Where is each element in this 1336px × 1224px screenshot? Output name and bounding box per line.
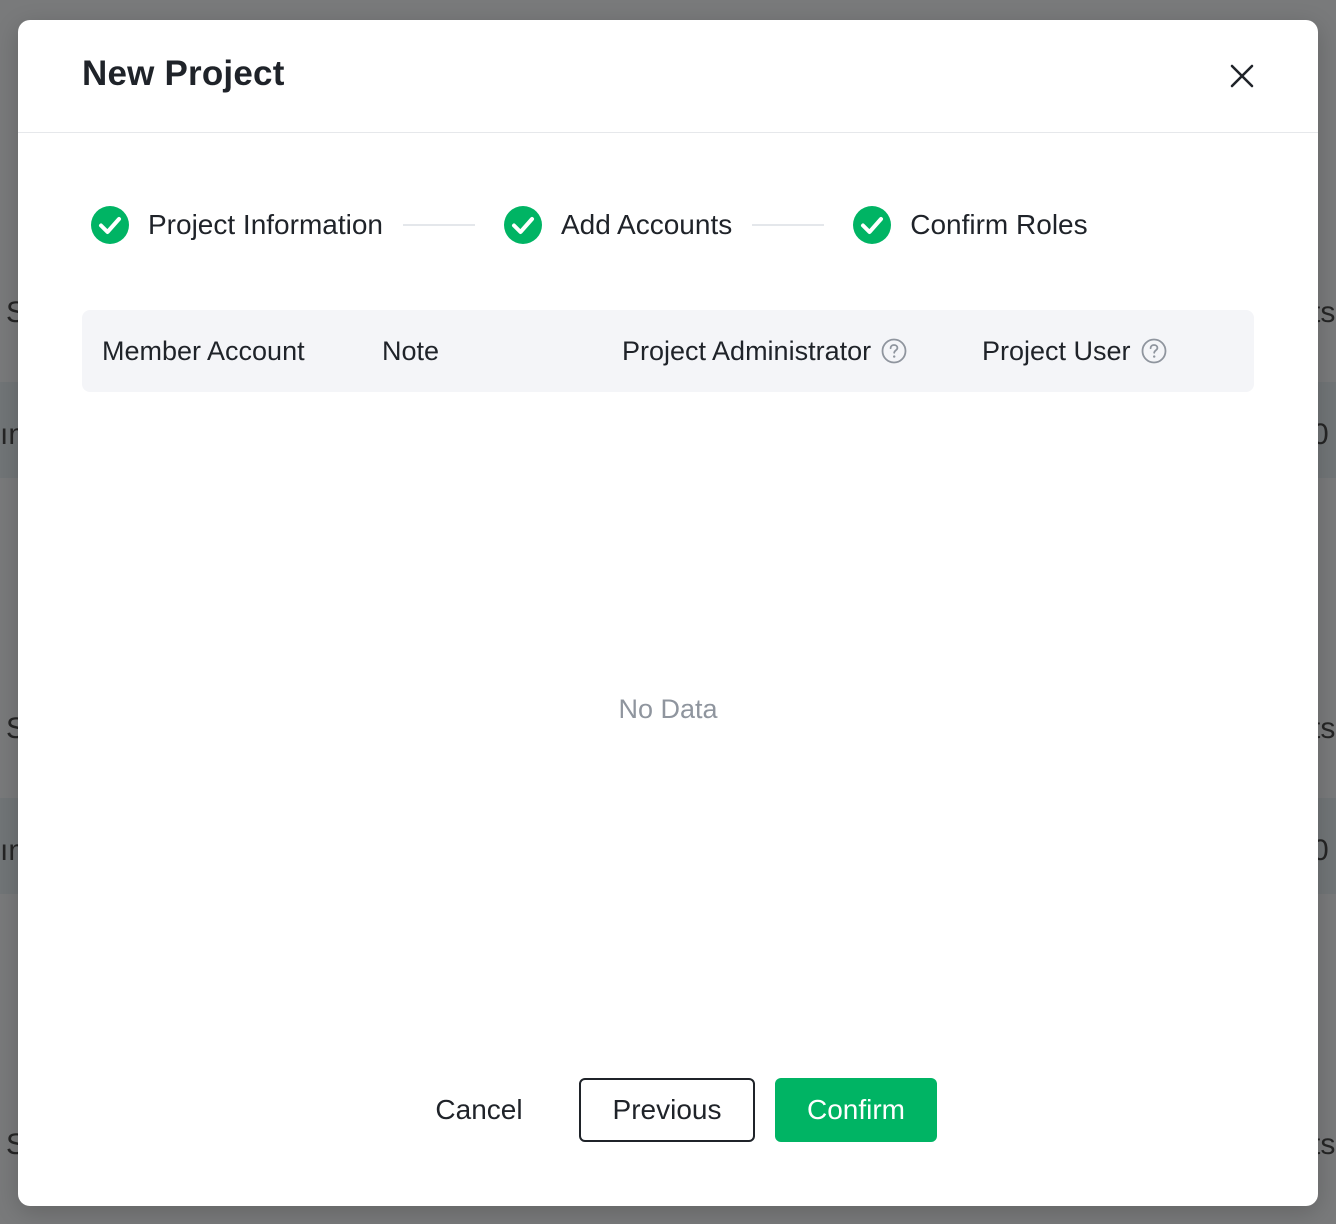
column-header-project-user: Project User — [982, 310, 1167, 392]
column-header-label: Member Account — [102, 335, 305, 366]
dialog-title: New Project — [82, 54, 285, 93]
help-icon[interactable] — [1141, 338, 1167, 364]
step-label: Confirm Roles — [910, 209, 1088, 240]
close-icon — [1230, 64, 1254, 88]
column-header-label: Note — [382, 335, 440, 366]
dialog-footer: Cancel Previous Confirm — [18, 1078, 1318, 1142]
confirm-button[interactable]: Confirm — [775, 1078, 937, 1142]
step-connector — [403, 224, 475, 226]
step-project-information: Project Information — [90, 205, 383, 245]
column-header-project-administrator: Project Administrator — [622, 310, 907, 392]
column-header-label: Project Administrator — [622, 335, 872, 366]
column-header-member-account: Member Account — [102, 310, 305, 392]
cancel-button[interactable]: Cancel — [420, 1078, 538, 1142]
step-confirm-roles: Confirm Roles — [852, 205, 1088, 245]
help-icon[interactable] — [881, 338, 907, 364]
column-header-note: Note — [382, 310, 439, 392]
stepper: Project Information Add Accounts Confirm… — [90, 204, 1088, 246]
new-project-dialog: New Project Project Information Add Acco… — [18, 20, 1318, 1206]
table-empty-state: No Data — [618, 694, 718, 724]
table-header: Member Account Note Project Administrato… — [82, 310, 1254, 392]
step-label: Project Information — [148, 209, 383, 240]
step-add-accounts: Add Accounts — [503, 205, 732, 245]
dialog-header: New Project — [18, 20, 1318, 133]
step-connector — [752, 224, 825, 226]
check-circle-icon — [90, 205, 130, 245]
step-label: Add Accounts — [561, 209, 733, 240]
check-circle-icon — [852, 205, 892, 245]
close-button[interactable] — [1222, 56, 1262, 96]
column-header-label: Project User — [982, 335, 1131, 366]
previous-button[interactable]: Previous — [579, 1078, 755, 1142]
check-circle-icon — [503, 205, 543, 245]
